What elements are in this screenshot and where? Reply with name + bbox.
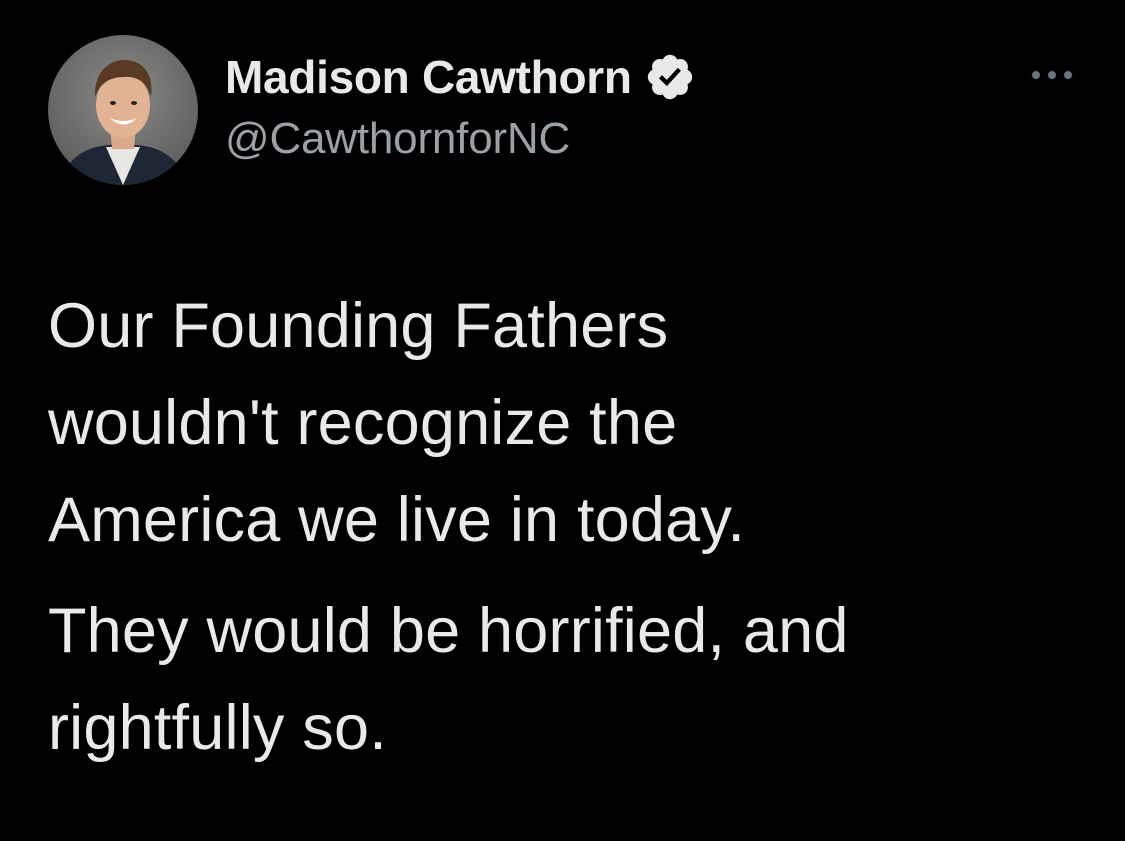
avatar-photo (48, 35, 198, 185)
tweet-card: Madison Cawthorn @CawthornforNC Our Foun… (0, 0, 1125, 841)
verified-badge-icon (644, 51, 696, 103)
tweet-text: Our Founding Fathers wouldn't recognize … (48, 278, 1088, 777)
author-handle[interactable]: @CawthornforNC (225, 114, 570, 164)
tweet-paragraph: Our Founding Fathers wouldn't recognize … (48, 291, 746, 555)
more-horizontal-icon (1032, 71, 1072, 79)
author-display-name[interactable]: Madison Cawthorn (225, 50, 632, 104)
author-name-row: Madison Cawthorn (225, 46, 696, 108)
more-options-button[interactable] (1028, 60, 1076, 90)
avatar[interactable] (48, 35, 198, 185)
tweet-paragraph: They would be horrified, and rightfully … (48, 596, 849, 763)
